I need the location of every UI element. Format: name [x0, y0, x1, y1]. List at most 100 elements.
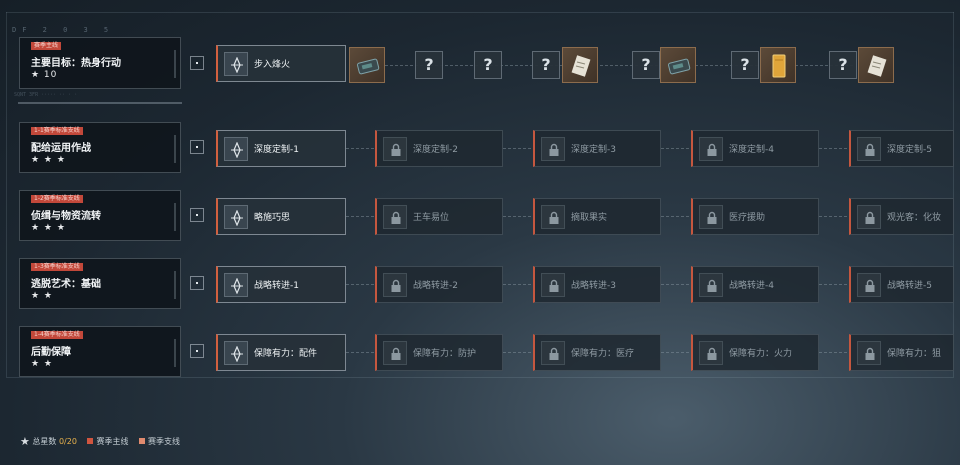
lock-icon: [699, 341, 723, 365]
task-label: 王车易位: [413, 213, 450, 223]
footer-summary: ★ 总星数 0/20 赛季主线 赛季支线: [20, 435, 180, 448]
hud-code-label: DF 2 0 3 5: [12, 26, 115, 34]
task-label: 保障有力：火力: [729, 349, 793, 359]
reward-unknown-9[interactable]: ?: [829, 51, 857, 79]
document-icon: [571, 55, 591, 77]
lock-icon: [857, 205, 881, 229]
task-node-main-0[interactable]: 步入烽火: [216, 45, 346, 82]
compass-icon: [224, 341, 248, 365]
quest-stars: ★ ★: [31, 291, 53, 301]
quest-tag: 1-4赛季标准支线: [31, 331, 83, 339]
lock-icon: [699, 205, 723, 229]
task-label: 观光客：化妆: [887, 213, 942, 223]
question-mark: ?: [641, 55, 651, 74]
quest-tag: 1-2赛季标准支线: [31, 195, 83, 203]
task-node-4-1[interactable]: 保障有力：防护: [375, 334, 503, 371]
task-node-3-1[interactable]: 战略转进-2: [375, 266, 503, 303]
task-node-2-0[interactable]: 略施巧思: [216, 198, 346, 235]
task-node-4-2[interactable]: 保障有力：医疗: [533, 334, 661, 371]
task-node-2-4[interactable]: 观光客：化妆: [849, 198, 954, 235]
lock-icon: [699, 137, 723, 161]
reward-gold-item-icon[interactable]: [760, 47, 796, 83]
legend-side-label: 赛季支线: [148, 437, 181, 446]
quest-title: 后勤保障: [31, 347, 71, 358]
task-node-1-4[interactable]: 深度定制-5: [849, 130, 954, 167]
hud-divider-code: SQNT 3FR ····· ·· · ·: [14, 92, 78, 98]
legend-swatch-main: [87, 438, 94, 444]
task-label: 深度定制-5: [887, 145, 932, 155]
task-node-2-1[interactable]: 王车易位: [375, 198, 503, 235]
reward-unknown-3[interactable]: ?: [532, 51, 560, 79]
quest-card-side-2[interactable]: 1-2赛季标准支线 侦缉与物资流转 ★ ★ ★: [19, 190, 181, 241]
lock-icon: [383, 205, 407, 229]
total-stars-label: 总星数: [32, 437, 57, 446]
task-node-3-3[interactable]: 战略转进-4: [691, 266, 819, 303]
task-node-1-1[interactable]: 深度定制-2: [375, 130, 503, 167]
reward-unknown-2[interactable]: ?: [474, 51, 502, 79]
legend-main-label: 赛季主线: [96, 437, 129, 446]
task-connector: [503, 216, 533, 217]
quest-card-main[interactable]: 赛季主线 主要目标：热身行动 ★ 10: [19, 37, 181, 89]
quest-stars: ★ 10: [31, 70, 58, 80]
task-connector: [819, 284, 849, 285]
task-label: 战略转进-5: [887, 281, 932, 291]
task-node-4-3[interactable]: 保障有力：火力: [691, 334, 819, 371]
question-mark: ?: [541, 55, 551, 74]
task-connector: [819, 148, 849, 149]
reward-document-icon[interactable]: [858, 47, 894, 83]
task-node-3-4[interactable]: 战略转进-5: [849, 266, 954, 303]
quest-title: 逃脱艺术：基础: [31, 279, 101, 290]
reward-unknown-5[interactable]: ?: [632, 51, 660, 79]
task-node-1-2[interactable]: 深度定制-3: [533, 130, 661, 167]
quest-card-side-3[interactable]: 1-3赛季标准支线逃脱艺术：基础 ★ ★: [19, 258, 181, 309]
locate-icon[interactable]: [190, 344, 204, 358]
quest-tag: 1-3赛季标准支线: [31, 263, 83, 271]
task-label: 步入烽火: [254, 60, 291, 70]
task-label: 深度定制-1: [254, 145, 299, 155]
lock-icon: [383, 341, 407, 365]
task-label: 保障有力：狙: [887, 349, 942, 359]
reward-unknown-1[interactable]: ?: [415, 51, 443, 79]
task-label: 战略转进-2: [413, 281, 458, 291]
task-connector: [503, 148, 533, 149]
quest-card-side-1[interactable]: 1-1赛季标准支线 配给运用作战 ★ ★ ★: [19, 122, 181, 173]
task-label: 保障有力：配件: [254, 349, 318, 359]
section-divider: [18, 102, 182, 104]
reward-ammo-box-icon[interactable]: [349, 47, 385, 83]
task-node-3-0[interactable]: 战略转进-1: [216, 266, 346, 303]
reward-ammo-box-icon[interactable]: [660, 47, 696, 83]
task-connector: [661, 148, 691, 149]
task-connector: [503, 352, 533, 353]
task-connector: [661, 284, 691, 285]
quest-title: 配给运用作战: [31, 143, 91, 154]
reward-unknown-7[interactable]: ?: [731, 51, 759, 79]
total-stars-value: 0/20: [58, 437, 77, 446]
locate-icon[interactable]: [190, 56, 204, 70]
task-node-4-4[interactable]: 保障有力：狙: [849, 334, 954, 371]
task-label: 战略转进-1: [254, 281, 299, 291]
task-connector: [346, 216, 375, 217]
task-node-3-2[interactable]: 战略转进-3: [533, 266, 661, 303]
task-label: 略施巧思: [254, 213, 291, 223]
locate-icon[interactable]: [190, 208, 204, 222]
task-node-2-3[interactable]: 医疗援助: [691, 198, 819, 235]
task-node-4-0[interactable]: 保障有力：配件: [216, 334, 346, 371]
question-mark: ?: [838, 55, 848, 74]
lock-icon: [857, 341, 881, 365]
locate-icon[interactable]: [190, 276, 204, 290]
lock-icon: [857, 137, 881, 161]
task-connector: [819, 216, 849, 217]
quest-stars: ★ ★: [31, 359, 53, 369]
task-node-1-3[interactable]: 深度定制-4: [691, 130, 819, 167]
lock-icon: [383, 137, 407, 161]
task-label: 深度定制-2: [413, 145, 458, 155]
lock-icon: [699, 273, 723, 297]
gold-item-icon: [772, 54, 786, 78]
lock-icon: [541, 341, 565, 365]
task-node-2-2[interactable]: 摘取果实: [533, 198, 661, 235]
reward-document-icon[interactable]: [562, 47, 598, 83]
locate-icon[interactable]: [190, 140, 204, 154]
lock-icon: [541, 273, 565, 297]
quest-card-side-4[interactable]: 1-4赛季标准支线 后勤保障 ★ ★: [19, 326, 181, 377]
task-node-1-0[interactable]: 深度定制-1: [216, 130, 346, 167]
